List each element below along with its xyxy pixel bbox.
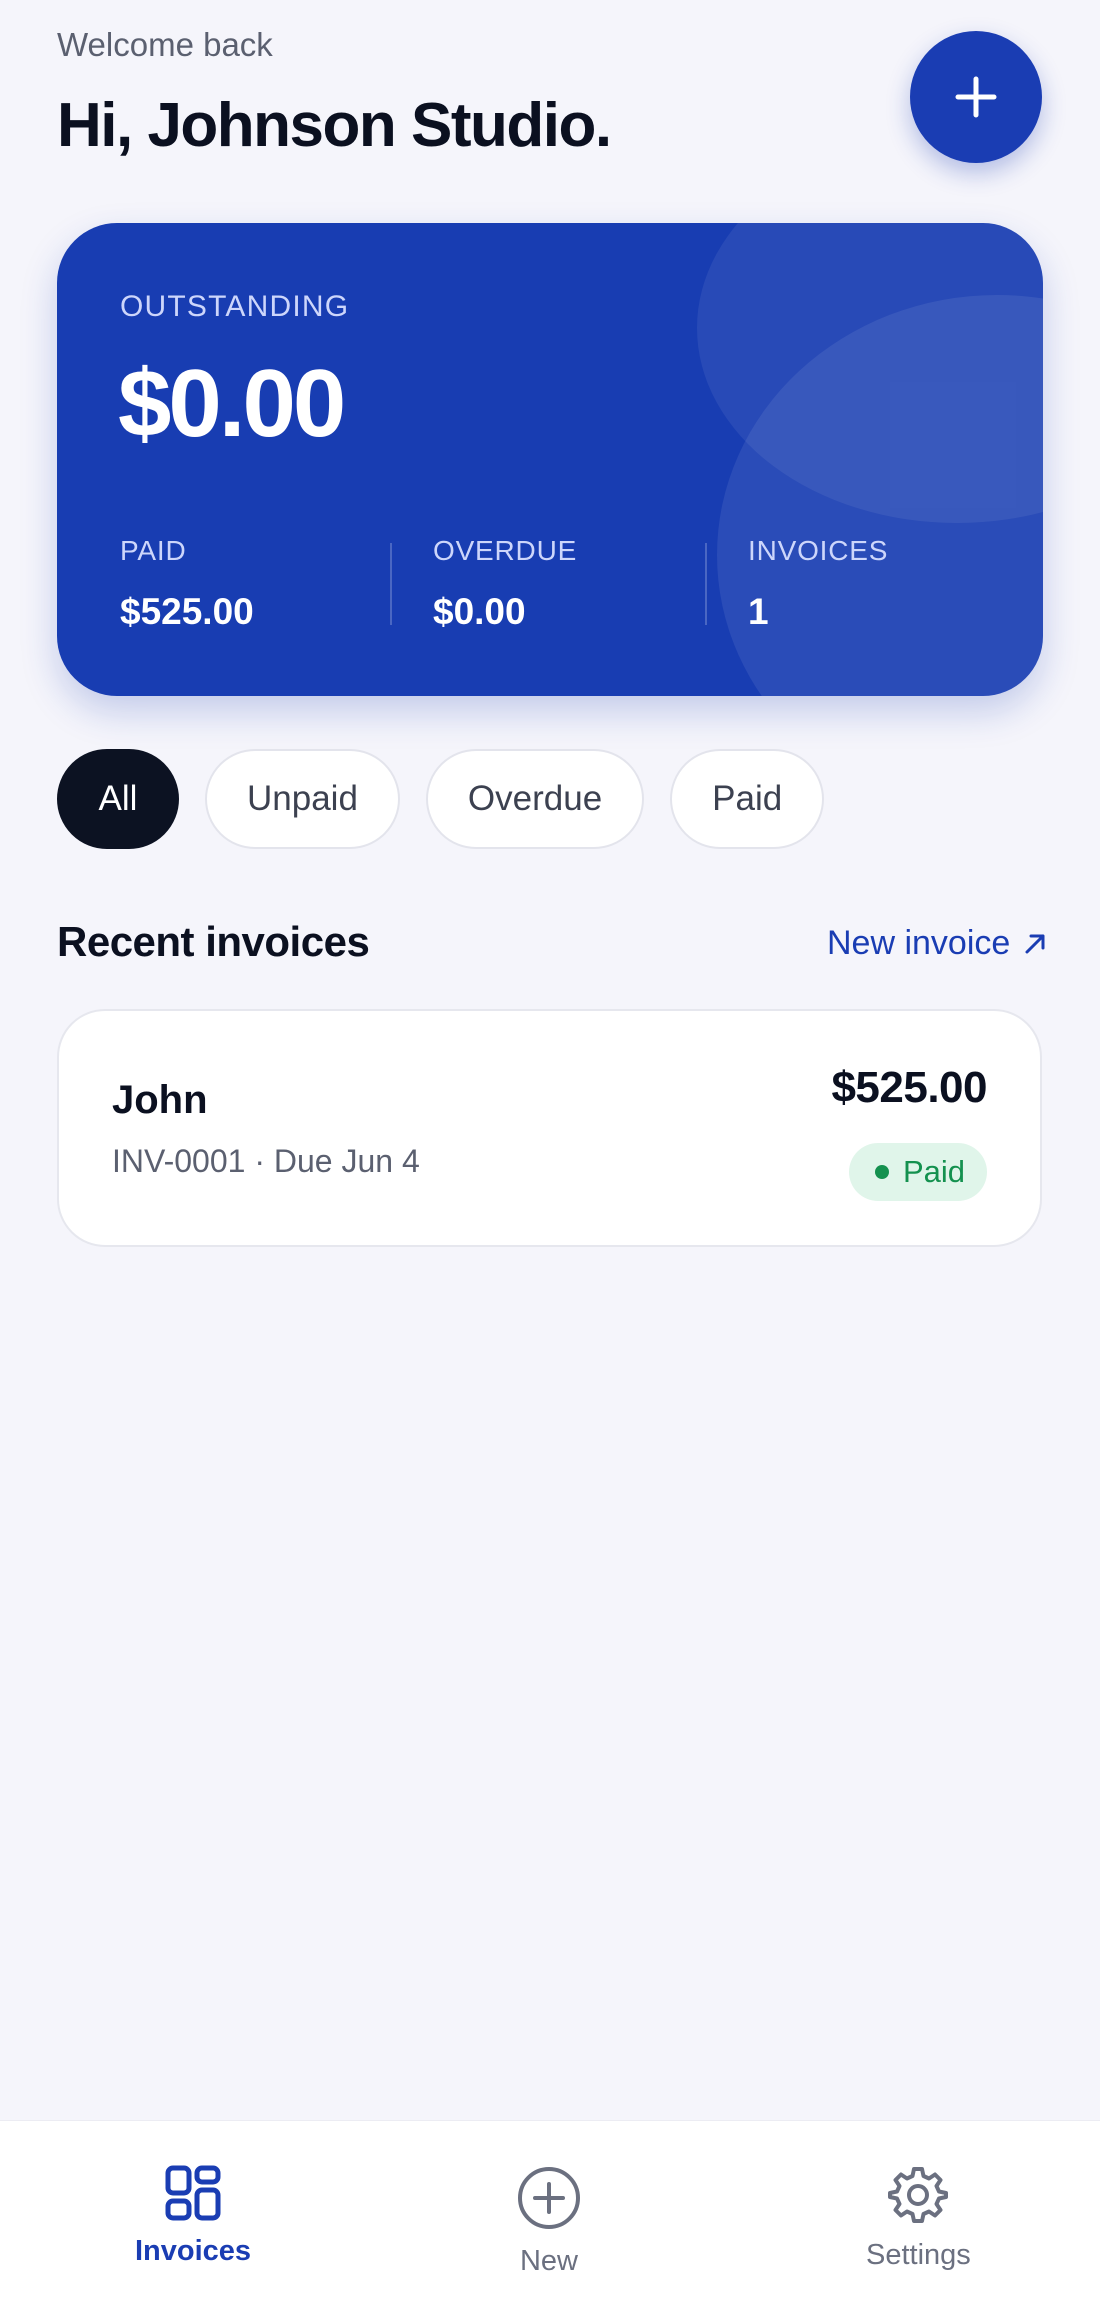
outstanding-amount: $0.00	[118, 350, 346, 457]
invoice-amount: $525.00	[831, 1063, 987, 1112]
stat-label: PAID	[120, 535, 187, 566]
new-invoice-label: New invoice	[827, 924, 1011, 962]
invoice-list-item[interactable]: John INV-0001 · Due Jun 4 $525.00 Paid	[57, 1009, 1042, 1247]
stat-value: 1	[748, 591, 769, 632]
filter-chips: All Unpaid Overdue Paid	[57, 749, 825, 849]
stat-label: OVERDUE	[433, 535, 578, 566]
nav-item-new[interactable]: New	[516, 2165, 582, 2278]
grid-icon	[165, 2165, 221, 2221]
filter-chip-all[interactable]: All	[57, 749, 179, 849]
stat-divider	[705, 543, 707, 625]
stat-label: INVOICES	[748, 535, 889, 566]
stat-value: $525.00	[120, 591, 254, 632]
nav-item-invoices[interactable]: Invoices	[135, 2165, 251, 2268]
status-dot-icon	[874, 1165, 889, 1179]
welcome-text: Welcome back	[57, 26, 273, 63]
stat-paid: PAID $525.00	[120, 535, 254, 633]
add-invoice-button[interactable]	[910, 31, 1042, 163]
bottom-nav: Invoices New Settings	[0, 2120, 1100, 2317]
nav-label: New	[519, 2245, 578, 2277]
arrow-up-right-icon	[1025, 934, 1045, 953]
nav-label: Settings	[866, 2239, 971, 2271]
page-title: Hi, Johnson Studio.	[57, 91, 612, 160]
stat-value: $0.00	[433, 591, 526, 632]
filter-chip-paid[interactable]: Paid	[670, 749, 825, 849]
nav-label: Invoices	[135, 2235, 252, 2267]
status-badge-label: Paid	[902, 1154, 965, 1189]
stat-divider	[390, 543, 392, 625]
plus-circle-icon	[518, 2167, 580, 2229]
filter-chip-unpaid[interactable]: Unpaid	[205, 749, 400, 849]
gear-icon	[888, 2167, 949, 2223]
section-title: Recent invoices	[57, 918, 370, 965]
outstanding-label: OUTSTANDING	[120, 290, 350, 323]
nav-item-settings[interactable]: Settings	[866, 2165, 971, 2272]
status-badge: Paid	[848, 1143, 987, 1201]
filter-chip-overdue[interactable]: Overdue	[425, 749, 645, 849]
summary-card: OUTSTANDING $0.00 PAID $525.00 OVERDUE $…	[57, 223, 1043, 696]
plus-icon	[955, 76, 997, 118]
invoice-client: John	[112, 1078, 208, 1122]
stat-invoices: INVOICES 1	[748, 535, 888, 633]
new-invoice-link[interactable]: New invoice	[827, 924, 1048, 963]
stat-overdue: OVERDUE $0.00	[433, 535, 577, 633]
invoice-meta: INV-0001 · Due Jun 4	[112, 1143, 420, 1179]
